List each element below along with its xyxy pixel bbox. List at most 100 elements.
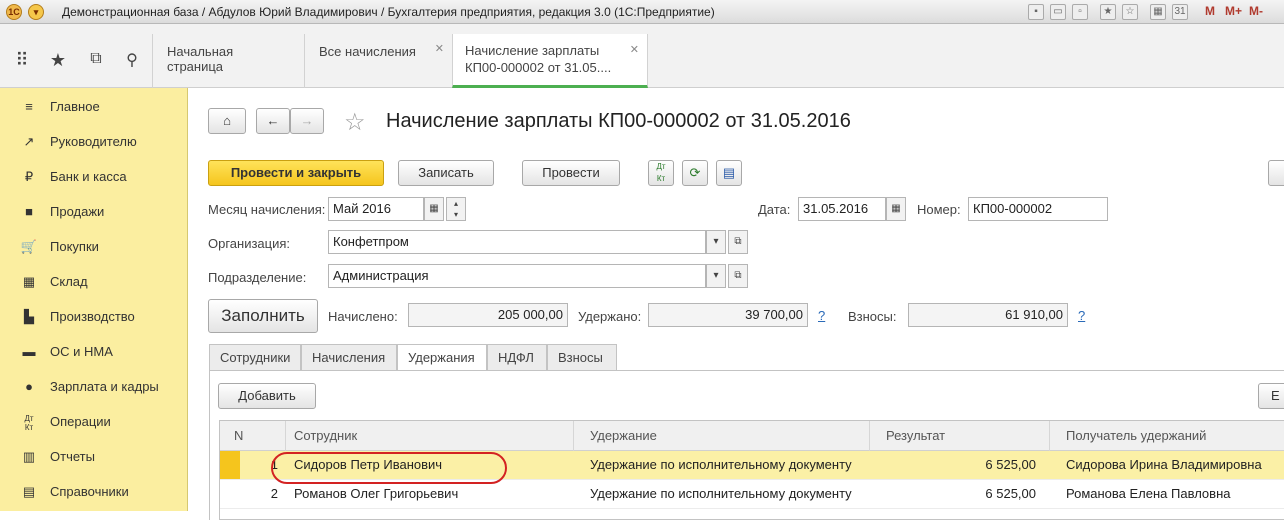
row-result: 6 525,00 (985, 486, 1036, 501)
bank-icon: ₽ (24, 169, 34, 184)
month-stepper[interactable]: ▴ ▾ (446, 197, 466, 221)
sidebar-item-main[interactable]: ≡ Главное (0, 93, 188, 123)
tab-contributions[interactable]: Взносы (547, 344, 617, 371)
sidebar-item-production[interactable]: ▙ Производство (0, 303, 188, 333)
calendar-icon[interactable]: ▦ (886, 197, 906, 221)
tab-payroll-doc[interactable]: Начисление зарплаты КП00-000002 от 31.05… (452, 34, 648, 88)
accrued-value: 205 000,00 (408, 303, 568, 327)
column-header-result[interactable]: Результат (870, 421, 1050, 451)
sidebar-item-label: Зарплата и кадры (50, 379, 159, 394)
month-input[interactable]: Май 2016 (328, 197, 424, 221)
date-input[interactable]: 31.05.2016 (798, 197, 886, 221)
row-result: 6 525,00 (985, 457, 1036, 472)
sidebar-item-label: Операции (50, 414, 111, 429)
table-header: N Сотрудник Удержание Результат Получате… (220, 421, 1284, 451)
sidebar-item-assets[interactable]: ▬ ОС и НМА (0, 338, 188, 368)
row-employee: Романов Олег Григорьевич (294, 486, 459, 501)
save-button[interactable]: Записать (398, 160, 494, 186)
table-row[interactable]: 2 Романов Олег Григорьевич Удержание по … (220, 480, 1284, 509)
contrib-help-icon[interactable]: ? (1078, 308, 1085, 323)
sidebar-item-payroll[interactable]: ● Зарплата и кадры (0, 373, 188, 403)
memory-m-plus-button[interactable]: M+ (1225, 4, 1242, 18)
org-input[interactable]: Конфетпром (328, 230, 706, 254)
post-and-close-button[interactable]: Провести и закрыть (208, 160, 384, 186)
back-button[interactable]: ← (256, 108, 290, 134)
favorite-star-icon[interactable]: ☆ (344, 108, 366, 137)
dept-input[interactable]: Администрация (328, 264, 706, 288)
tab-employees[interactable]: Сотрудники (209, 344, 301, 371)
apps-grid-icon[interactable]: ⠿ (10, 50, 34, 71)
purchases-icon: 🛒 (20, 239, 38, 254)
page-title: Начисление зарплаты КП00-000002 от 31.05… (386, 110, 851, 132)
sidebar-item-sales[interactable]: ■ Продажи (0, 198, 188, 228)
tab-all-accruals[interactable]: Все начисления ✕ (304, 34, 452, 88)
column-header-employee[interactable]: Сотрудник (286, 421, 574, 451)
tab-accruals[interactable]: Начисления (301, 344, 397, 371)
memory-m-button[interactable]: M (1205, 4, 1215, 18)
sidebar-item-label: Покупки (50, 239, 99, 254)
close-icon[interactable]: ✕ (630, 42, 639, 59)
calculator-icon[interactable]: ▦ (1150, 4, 1166, 20)
add-button[interactable]: Добавить (218, 383, 316, 409)
withheld-help-icon[interactable]: ? (818, 308, 825, 323)
app-menu-icon[interactable]: ▾ (28, 4, 44, 20)
home-button[interactable]: ⌂ (208, 108, 246, 134)
chevron-down-icon[interactable]: ▾ (706, 230, 726, 254)
sidebar-item-operations[interactable]: Дт Кт Операции (0, 408, 188, 438)
favorites-star-icon[interactable]: ★ (46, 50, 70, 71)
post-button[interactable]: Провести (522, 160, 620, 186)
search-icon[interactable]: ⚲ (120, 50, 144, 70)
payroll-icon: ● (25, 379, 33, 394)
structure-icon[interactable]: ⟳ (682, 160, 708, 186)
history-icon[interactable]: ⧉ (84, 50, 108, 68)
sidebar-item-purchases[interactable]: 🛒 Покупки (0, 233, 188, 263)
number-input[interactable]: КП00-000002 (968, 197, 1108, 221)
tab-payroll-doc-line1: Начисление зарплаты (465, 43, 600, 58)
sidebar-item-references[interactable]: ▤ Справочники (0, 478, 188, 508)
sidebar-item-reports[interactable]: ▥ Отчеты (0, 443, 188, 473)
accrued-label: Начислено: (328, 309, 398, 324)
close-icon[interactable]: ✕ (435, 42, 444, 55)
sidebar-item-warehouse[interactable]: ▦ Склад (0, 268, 188, 298)
favorite-add-icon[interactable]: ★ (1100, 4, 1116, 20)
top-panel: ⠿ ★ ⧉ ⚲ Начальная страница Все начислени… (0, 24, 1284, 88)
highlight-annotation (271, 452, 507, 484)
withheld-value: 39 700,00 (648, 303, 808, 327)
sidebar-item-label: Руководителю (50, 134, 137, 149)
favorites-icon[interactable]: ☆ (1122, 4, 1138, 20)
month-label: Месяц начисления: (208, 202, 326, 217)
tab-deductions[interactable]: Удержания (397, 344, 487, 371)
operations-icon: Дт Кт (24, 414, 34, 432)
sidebar-item-label: Продажи (50, 204, 105, 219)
forward-button[interactable]: → (290, 108, 324, 134)
references-icon: ▤ (22, 484, 36, 499)
sidebar-item-label: Банк и касса (50, 169, 127, 184)
report-icon[interactable]: ▤ (716, 160, 742, 186)
fill-button[interactable]: Заполнить (208, 299, 318, 333)
open-icon[interactable]: ⧉ (728, 230, 748, 254)
preview-icon[interactable]: ▫ (1072, 4, 1088, 20)
sidebar-item-label: Главное (50, 99, 100, 114)
sidebar-item-bank[interactable]: ₽ Банк и касса (0, 163, 188, 193)
dept-label: Подразделение: (208, 270, 307, 285)
calendar-icon[interactable]: 31 (1172, 4, 1188, 20)
sidebar-item-director[interactable]: ↗ Руководителю (0, 128, 188, 158)
contrib-label: Взносы: (848, 309, 897, 324)
month-select-icon[interactable]: ▦ (424, 197, 444, 221)
tab-ndfl[interactable]: НДФЛ (487, 344, 547, 371)
save-icon[interactable]: ▪ (1028, 4, 1044, 20)
column-header-deduction[interactable]: Удержание (574, 421, 870, 451)
column-header-recipient[interactable]: Получатель удержаний (1050, 421, 1284, 451)
print-icon[interactable]: ▭ (1050, 4, 1066, 20)
memory-m-minus-button[interactable]: M- (1249, 4, 1263, 18)
open-icon[interactable]: ⧉ (728, 264, 748, 288)
chevron-down-icon[interactable]: ▾ (706, 264, 726, 288)
more-actions-button[interactable]: Е (1258, 383, 1284, 409)
production-icon: ▙ (24, 309, 34, 324)
column-header-n[interactable]: N (220, 421, 286, 451)
tab-home[interactable]: Начальная страница (152, 34, 304, 88)
more-button[interactable] (1268, 160, 1284, 186)
dt-kt-icon[interactable]: Дт Кт (648, 160, 674, 186)
tab-payroll-doc-line2: КП00-000002 от 31.05.... (465, 60, 612, 75)
sidebar-item-label: Справочники (50, 484, 129, 499)
